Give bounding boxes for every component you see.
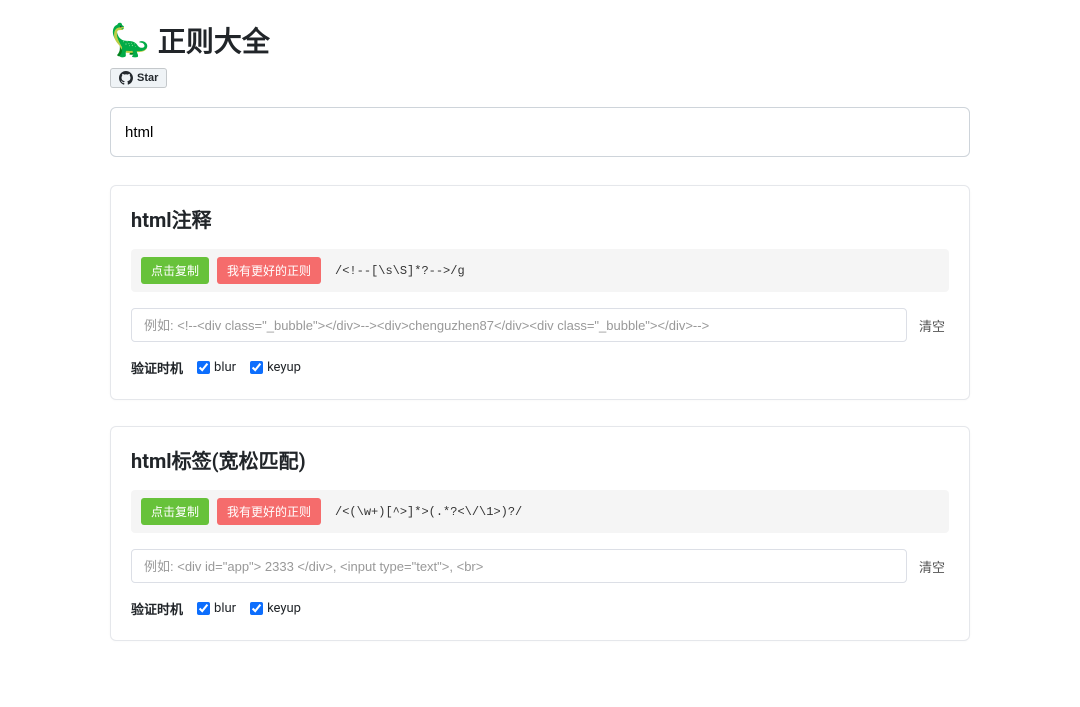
regex-row: 点击复制我有更好的正则 /<!--[\s\S]*?-->/g <box>131 249 949 292</box>
page-title: 正则大全 <box>158 20 270 60</box>
regex-pattern: /<!--[\s\S]*?-->/g <box>335 264 465 278</box>
copy-button[interactable]: 点击复制 <box>141 498 209 525</box>
better-regex-button[interactable]: 我有更好的正则 <box>217 257 321 284</box>
timing-blur[interactable]: blur <box>197 601 236 616</box>
example-input[interactable] <box>131 549 907 583</box>
regex-row: 点击复制我有更好的正则 /<(\w+)[^>]*>(.*?<\/\1>)?/ <box>131 490 949 533</box>
example-row: 清空 <box>131 549 949 583</box>
timing-keyup-checkbox[interactable] <box>250 361 263 374</box>
timing-keyup[interactable]: keyup <box>250 360 301 375</box>
github-star-label: Star <box>137 73 158 84</box>
timing-keyup-label: keyup <box>267 601 301 616</box>
timing-blur-label: blur <box>214 601 236 616</box>
timing-blur-label: blur <box>214 360 236 375</box>
regex-pattern: /<(\w+)[^>]*>(.*?<\/\1>)?/ <box>335 505 522 519</box>
timing-row: 验证时机 blur keyup <box>131 599 949 618</box>
github-icon <box>119 71 133 85</box>
copy-button[interactable]: 点击复制 <box>141 257 209 284</box>
timing-keyup-checkbox[interactable] <box>250 602 263 615</box>
timing-blur-checkbox[interactable] <box>197 602 210 615</box>
clear-button[interactable]: 清空 <box>915 308 949 342</box>
clear-button[interactable]: 清空 <box>915 549 949 583</box>
timing-label: 验证时机 <box>131 358 183 377</box>
example-input[interactable] <box>131 308 907 342</box>
regex-card: html标签(宽松匹配) 点击复制我有更好的正则 /<(\w+)[^>]*>(.*?… <box>110 426 970 641</box>
github-row: Star <box>110 68 970 89</box>
timing-blur[interactable]: blur <box>197 360 236 375</box>
regex-title: html标签(宽松匹配) <box>131 445 949 474</box>
regex-card: html注释点击复制我有更好的正则 /<!--[\s\S]*?-->/g 清空验证时… <box>110 185 970 400</box>
search-input[interactable] <box>110 107 970 157</box>
timing-row: 验证时机 blur keyup <box>131 358 949 377</box>
timing-label: 验证时机 <box>131 599 183 618</box>
better-regex-button[interactable]: 我有更好的正则 <box>217 498 321 525</box>
page-header: 🦕 正则大全 <box>110 20 970 60</box>
github-star-button[interactable]: Star <box>110 68 167 88</box>
regex-title: html注释 <box>131 204 949 233</box>
timing-keyup-label: keyup <box>267 360 301 375</box>
logo-emoji: 🦕 <box>110 21 150 59</box>
timing-blur-checkbox[interactable] <box>197 361 210 374</box>
example-row: 清空 <box>131 308 949 342</box>
timing-keyup[interactable]: keyup <box>250 601 301 616</box>
